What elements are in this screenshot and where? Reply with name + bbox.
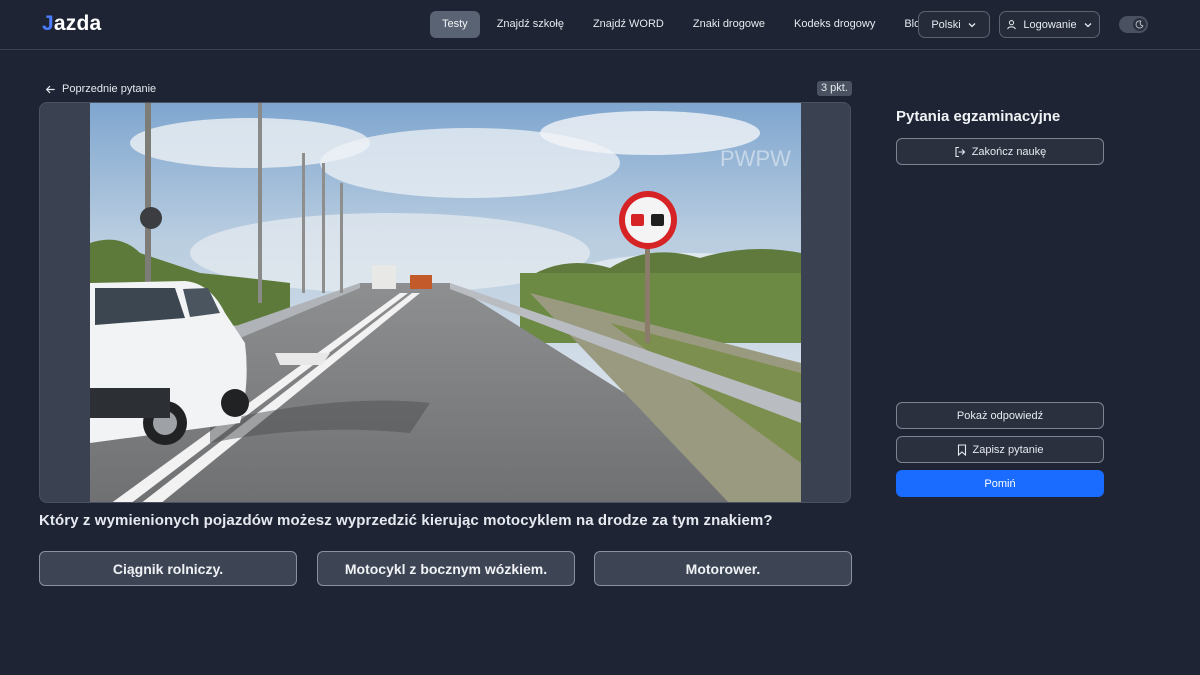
answer-option-1[interactable]: Ciągnik rolniczy. <box>39 551 297 586</box>
finish-learning-label: Zakończ naukę <box>971 145 1047 158</box>
logo-text: azda <box>53 12 102 35</box>
logo[interactable]: Jazda <box>42 12 101 36</box>
skip-button[interactable]: Pomiń <box>896 470 1104 497</box>
language-label: Polski <box>931 18 961 31</box>
nav-item-road-signs[interactable]: Znaki drogowe <box>681 11 777 38</box>
skip-label: Pomiń <box>984 477 1016 490</box>
sidebar-title: Pytania egzaminacyjne <box>896 108 1061 125</box>
answer-option-2[interactable]: Motocykl z bocznym wózkiem. <box>317 551 575 586</box>
show-answer-label: Pokaż odpowiedź <box>956 409 1044 422</box>
logo-letter: J <box>42 12 54 35</box>
main-nav: Testy Znajdź szkołę Znajdź WORD Znaki dr… <box>430 11 938 38</box>
theme-toggle[interactable] <box>1119 16 1148 33</box>
arrow-left-icon <box>45 84 56 95</box>
logout-icon <box>954 146 966 158</box>
save-question-button[interactable]: Zapisz pytanie <box>896 436 1104 463</box>
nav-item-find-school[interactable]: Znajdź szkołę <box>485 11 576 38</box>
chevron-down-icon <box>1083 20 1093 30</box>
user-icon <box>1006 19 1017 30</box>
nav-item-traffic-code[interactable]: Kodeks drogowy <box>782 11 887 38</box>
question-photo: PWPW <box>90 103 801 502</box>
points-badge: 3 pkt. <box>817 81 852 96</box>
question-image-frame: PWPW <box>39 102 851 503</box>
show-answer-button[interactable]: Pokaż odpowiedź <box>896 402 1104 429</box>
moon-icon <box>1133 18 1146 31</box>
save-question-label: Zapisz pytanie <box>972 443 1044 456</box>
chevron-down-icon <box>967 20 977 30</box>
nav-item-find-word[interactable]: Znajdź WORD <box>581 11 676 38</box>
answer-option-3[interactable]: Motorower. <box>594 551 852 586</box>
login-button[interactable]: Logowanie <box>999 11 1100 38</box>
top-navbar: Jazda Testy Znajdź szkołę Znajdź WORD Zn… <box>0 0 1200 50</box>
image-watermark: PWPW <box>720 146 791 171</box>
previous-question-link[interactable]: Poprzednie pytanie <box>45 81 156 97</box>
question-text: Który z wymienionych pojazdów możesz wyp… <box>39 512 773 529</box>
login-label: Logowanie <box>1023 18 1077 31</box>
language-select[interactable]: Polski <box>918 11 990 38</box>
finish-learning-button[interactable]: Zakończ naukę <box>896 138 1104 165</box>
bookmark-icon <box>957 443 967 456</box>
nav-item-testy[interactable]: Testy <box>430 11 480 38</box>
previous-question-label: Poprzednie pytanie <box>62 83 157 95</box>
